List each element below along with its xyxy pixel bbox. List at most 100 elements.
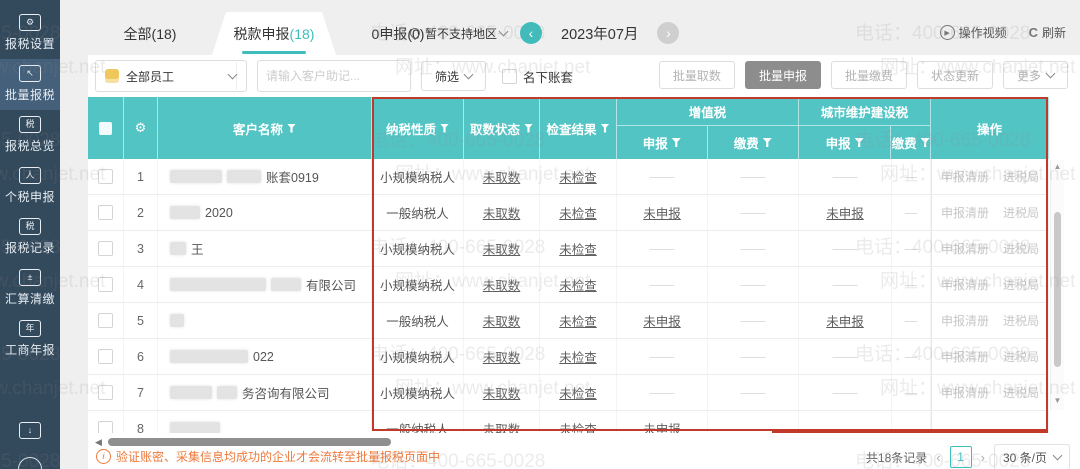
monitor-download-icon[interactable]: ↓ (19, 422, 41, 439)
sidebar-item-报税设置[interactable]: ⚙ 报税设置 (0, 8, 60, 59)
button-批量取数[interactable]: 批量取数 (658, 61, 735, 89)
fetch-status-link[interactable]: 未取数 (483, 167, 521, 186)
fetch-status-link[interactable]: 未取数 (483, 383, 521, 402)
fetch-status-link[interactable]: 未取数 (483, 239, 521, 258)
gear-icon[interactable]: ⚙ (135, 120, 147, 136)
horizontal-scroll-thumb[interactable] (107, 438, 391, 446)
vat-declare-link[interactable]: 未申报 (643, 311, 681, 330)
operation-link-进税局[interactable]: 进税局 (1003, 348, 1039, 365)
button-批量缴费[interactable]: 批量缴费 (830, 61, 907, 89)
check-result-link[interactable]: 未检查 (559, 419, 597, 433)
fetch-status-link[interactable]: 未取数 (483, 311, 521, 330)
sidebar-item-批量报税[interactable]: ↖ 批量报税 (0, 59, 60, 110)
tab-label: 税款申报 (233, 25, 290, 42)
sidebar-item-工商年报[interactable]: 年工商年报 (0, 314, 60, 365)
row-number-cell: 8 (124, 411, 158, 433)
scroll-left-arrow[interactable]: ◀ (95, 437, 102, 448)
chevron-down-icon (1052, 450, 1063, 461)
dash-placeholder: —— (832, 349, 858, 364)
button-更多[interactable]: 更多 (1002, 61, 1068, 89)
button-状态更新[interactable]: 状态更新 (916, 61, 993, 89)
region-selector[interactable]: 暂不支持地区 (407, 25, 509, 42)
filter-icon[interactable] (671, 138, 681, 147)
row-checkbox[interactable] (98, 169, 113, 184)
horizontal-scrollbar[interactable]: ◀ (95, 437, 391, 447)
row-checkbox[interactable] (98, 385, 113, 400)
table-row: 6 022 小规模纳税人 未取数 未检查 —— —— —— — 申报清册 进税局 (88, 339, 1049, 375)
employee-filter-select[interactable]: 全部员工 (95, 60, 247, 92)
row-checkbox[interactable] (98, 421, 113, 433)
checkbox[interactable] (502, 68, 518, 84)
filter-button[interactable]: 筛选 (421, 61, 487, 91)
operation-link-进税局[interactable]: 进税局 (1003, 276, 1039, 293)
vat-declare: 未申报 (617, 411, 708, 433)
urban-declare-link[interactable]: 未申报 (826, 311, 864, 330)
filter-icon[interactable] (854, 138, 864, 147)
operation-link-申报清册[interactable]: 申报清册 (941, 312, 989, 329)
fetch-status-link[interactable]: 未取数 (483, 203, 521, 222)
urban-declare-link[interactable]: 未申报 (826, 203, 864, 222)
vat-declare-link[interactable]: 未申报 (643, 203, 681, 222)
operation-link-申报清册[interactable]: 申报清册 (941, 384, 989, 401)
sidebar-item-个税申报[interactable]: 人个税申报 (0, 161, 60, 212)
customer-name-cell: 2020 (158, 195, 372, 230)
operation-link-申报清册[interactable]: 申报清册 (941, 240, 989, 257)
row-checkbox[interactable] (98, 313, 113, 328)
check-result-link[interactable]: 未检查 (559, 275, 597, 294)
next-month-button[interactable]: › (657, 22, 680, 44)
vertical-scroll-thumb[interactable] (1054, 212, 1061, 367)
vat-declare-link[interactable]: 未申报 (643, 419, 681, 433)
check-result-link[interactable]: 未检查 (559, 383, 597, 402)
check-result-link[interactable]: 未检查 (559, 203, 597, 222)
operation-link-进税局[interactable]: 进税局 (1003, 240, 1039, 257)
operation-link-申报清册[interactable]: 申报清册 (941, 348, 989, 365)
refresh-button[interactable]: C 刷新 (1029, 24, 1066, 41)
row-checkbox[interactable] (98, 277, 113, 292)
filter-icon[interactable] (762, 138, 772, 147)
operation-video-button[interactable]: ▶ 操作视频 (939, 24, 1007, 41)
fetch-status-link[interactable]: 未取数 (483, 275, 521, 294)
operation-link-申报清册[interactable]: 申报清册 (941, 204, 989, 221)
operation-link-进税局[interactable]: 进税局 (1003, 168, 1039, 185)
prev-month-button[interactable]: ‹ (520, 22, 543, 44)
button-批量申报[interactable]: 批量申报 (744, 61, 821, 89)
next-page-button[interactable]: › (981, 450, 985, 465)
tab-税款申报[interactable]: 税款申报 (18) (212, 12, 336, 55)
search-input[interactable] (258, 69, 429, 83)
row-checkbox[interactable] (98, 205, 113, 220)
operation-link-申报清册[interactable]: 申报清册 (941, 168, 989, 185)
sidebar-item-汇算清缴[interactable]: ± 汇算清缴 (0, 263, 60, 314)
check-result-link[interactable]: 未检查 (559, 239, 597, 258)
operation-link-进税局[interactable]: 进税局 (1003, 312, 1039, 329)
sidebar-item-报税记录[interactable]: 税报税记录 (0, 212, 60, 263)
vat-pay (708, 411, 799, 433)
help-circle-icon[interactable] (18, 457, 42, 469)
operation-link-进税局[interactable]: 进税局 (1003, 384, 1039, 401)
scroll-down-arrow[interactable]: ▼ (1051, 396, 1064, 405)
fetch-status-link[interactable]: 未取数 (483, 419, 521, 433)
tab-count: (18) (151, 25, 177, 42)
page-size-select[interactable]: 30 条/页 (993, 444, 1070, 469)
current-page[interactable]: 1 (949, 446, 972, 468)
filter-icon[interactable] (920, 138, 930, 147)
tab-全部[interactable]: 全部 (18) (88, 12, 212, 55)
filter-icon[interactable] (440, 123, 449, 133)
filter-icon[interactable] (287, 123, 296, 133)
filter-icon[interactable] (524, 123, 533, 133)
select-all-checkbox[interactable] (99, 121, 112, 135)
vertical-scrollbar[interactable]: ▲ ▼ (1050, 160, 1064, 410)
vat-declare: —— (617, 267, 708, 302)
fetch-status-link[interactable]: 未取数 (483, 347, 521, 366)
sidebar-item-报税总览[interactable]: 税报税总览 (0, 110, 60, 161)
check-result-link[interactable]: 未检查 (559, 167, 597, 186)
prev-page-button[interactable]: ‹ (936, 450, 940, 465)
row-checkbox[interactable] (98, 349, 113, 364)
check-result-link[interactable]: 未检查 (559, 347, 597, 366)
my-accounts-checkbox-row[interactable]: 名下账套 (502, 67, 573, 86)
check-result-link[interactable]: 未检查 (559, 311, 597, 330)
filter-icon[interactable] (600, 123, 610, 133)
row-checkbox[interactable] (98, 241, 113, 256)
scroll-up-arrow[interactable]: ▲ (1051, 162, 1064, 171)
operation-link-进税局[interactable]: 进税局 (1003, 204, 1039, 221)
operation-link-申报清册[interactable]: 申报清册 (941, 276, 989, 293)
